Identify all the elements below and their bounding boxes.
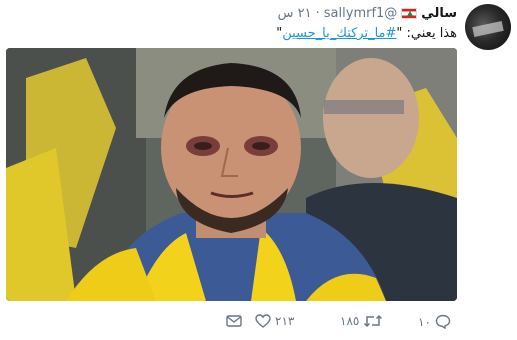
user-handle[interactable]: @sallymrf1 xyxy=(324,6,398,21)
separator-dot: · xyxy=(315,6,320,21)
tweet-header: سالي @sallymrf1 · ٢١ س xyxy=(278,6,457,21)
tweet-text-prefix: هذا يعني: " xyxy=(396,26,457,41)
retweet-icon xyxy=(364,314,383,328)
photo-illustration xyxy=(6,48,457,301)
hashtag-link[interactable]: #ما_تركتك_يا_حسين xyxy=(282,26,396,41)
display-name[interactable]: سالي xyxy=(421,6,457,21)
tweet-actions: ٢١٣ ١٨٥ ١٠ xyxy=(0,314,517,334)
tweet-text: هذا يعني: "#ما_تركتك_يا_حسين" xyxy=(276,26,457,41)
like-count: ٢١٣ xyxy=(275,314,295,328)
reply-icon xyxy=(435,314,451,329)
timestamp[interactable]: ٢١ س xyxy=(278,6,312,21)
envelope-icon xyxy=(226,315,242,327)
heart-icon xyxy=(255,314,271,328)
retweet-count: ١٨٥ xyxy=(340,314,360,328)
lebanon-flag-icon xyxy=(401,8,418,19)
tweet-photo[interactable] xyxy=(6,48,457,301)
avatar[interactable] xyxy=(465,4,511,50)
like-button[interactable]: ٢١٣ xyxy=(255,314,294,328)
retweet-button[interactable]: ١٨٥ xyxy=(340,314,383,328)
tweet-card[interactable]: سالي @sallymrf1 · ٢١ س هذا يعني: "#ما_تر… xyxy=(0,0,517,340)
reply-button[interactable]: ١٠ xyxy=(418,314,451,329)
reply-count: ١٠ xyxy=(418,314,431,329)
direct-message-button[interactable] xyxy=(226,314,242,328)
